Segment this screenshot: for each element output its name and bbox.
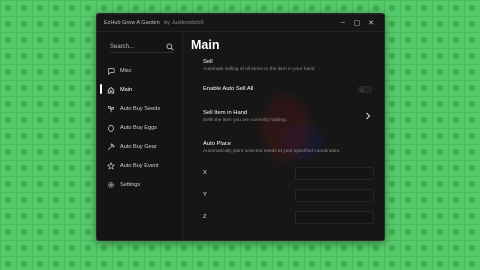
coord-z-input[interactable]	[295, 210, 374, 224]
sidebar-item-label: Auto Buy Event	[120, 162, 159, 169]
sidebar-item-settings[interactable]: Settings	[97, 175, 182, 194]
auto-place-label: Auto Place	[203, 141, 232, 147]
sell-item-in-hand-button[interactable]: Sell Item in Hand Sells the item you are…	[192, 110, 374, 141]
enable-auto-sell-all-row[interactable]: Enable Auto Sell All	[192, 86, 374, 110]
sidebar: Search... Misc Main Auto Buy Seeds Auto …	[97, 32, 183, 240]
coord-row-z: Z	[192, 206, 374, 228]
auto-place-section: Auto Place Automatically plant selected …	[192, 141, 374, 162]
sidebar-item-label: Auto Buy Gear	[120, 143, 157, 150]
chevron-right-icon	[366, 112, 371, 120]
sell-item-in-hand-description: Sells the item you are currently holding…	[203, 117, 287, 123]
auto-place-description: Automatically plant selected seeds at yo…	[203, 148, 341, 154]
coord-z-label: Z	[203, 214, 207, 220]
sell-label: Sell	[203, 59, 213, 65]
sidebar-item-auto-buy-seeds[interactable]: Auto Buy Seeds	[97, 99, 182, 118]
enable-auto-sell-all-label: Enable Auto Sell All	[203, 86, 254, 92]
chat-icon	[107, 67, 115, 75]
home-icon	[107, 86, 115, 94]
sidebar-item-main[interactable]: Main	[97, 80, 182, 99]
search-icon[interactable]	[166, 43, 174, 51]
hammer-icon	[107, 142, 115, 151]
sprout-icon	[107, 105, 115, 113]
star-icon	[107, 161, 115, 170]
sidebar-item-auto-buy-eggs[interactable]: Auto Buy Eggs	[97, 118, 182, 137]
egg-icon	[107, 124, 115, 132]
coord-x-input[interactable]	[295, 166, 374, 180]
sell-description: Automate selling of all items or the ite…	[203, 66, 315, 72]
maximize-button[interactable]: ▢	[350, 19, 364, 27]
page-title: Main	[191, 38, 220, 52]
sidebar-item-auto-buy-event[interactable]: Auto Buy Event	[97, 156, 182, 175]
close-button[interactable]: ✕	[364, 19, 378, 27]
sidebar-item-auto-buy-gear[interactable]: Auto Buy Gear	[97, 137, 182, 156]
coord-row-y: Y	[192, 184, 374, 206]
title-bar[interactable]: EzHub Grow A Garden by Justkondzio0 – ▢ …	[97, 14, 384, 32]
search-placeholder: Search...	[110, 43, 135, 50]
window-author: by Justkondzio0	[164, 19, 204, 26]
window-title: EzHub Grow A Garden	[104, 19, 160, 26]
sidebar-item-label: Auto Buy Eggs	[120, 124, 158, 131]
sell-item-in-hand-label: Sell Item in Hand	[203, 110, 248, 116]
sidebar-item-label: Main	[120, 86, 133, 93]
sell-section: Sell Automate selling of all items or th…	[192, 59, 374, 86]
coord-y-label: Y	[203, 192, 207, 198]
sidebar-item-misc[interactable]: Misc	[97, 61, 182, 80]
search-input[interactable]: Search...	[110, 41, 174, 53]
sidebar-item-label: Settings	[120, 181, 141, 188]
main-content: Main Sell Automate selling of all items …	[184, 32, 384, 240]
auto-sell-all-toggle[interactable]	[358, 86, 372, 93]
gear-icon	[107, 181, 115, 189]
minimize-button[interactable]: –	[336, 19, 350, 26]
coord-y-input[interactable]	[295, 188, 374, 202]
sidebar-item-label: Auto Buy Seeds	[120, 105, 161, 112]
coord-row-x: X	[192, 162, 374, 184]
sidebar-item-label: Misc	[120, 67, 132, 74]
hub-window: EzHub Grow A Garden by Justkondzio0 – ▢ …	[96, 13, 385, 241]
coord-x-label: X	[203, 170, 207, 176]
